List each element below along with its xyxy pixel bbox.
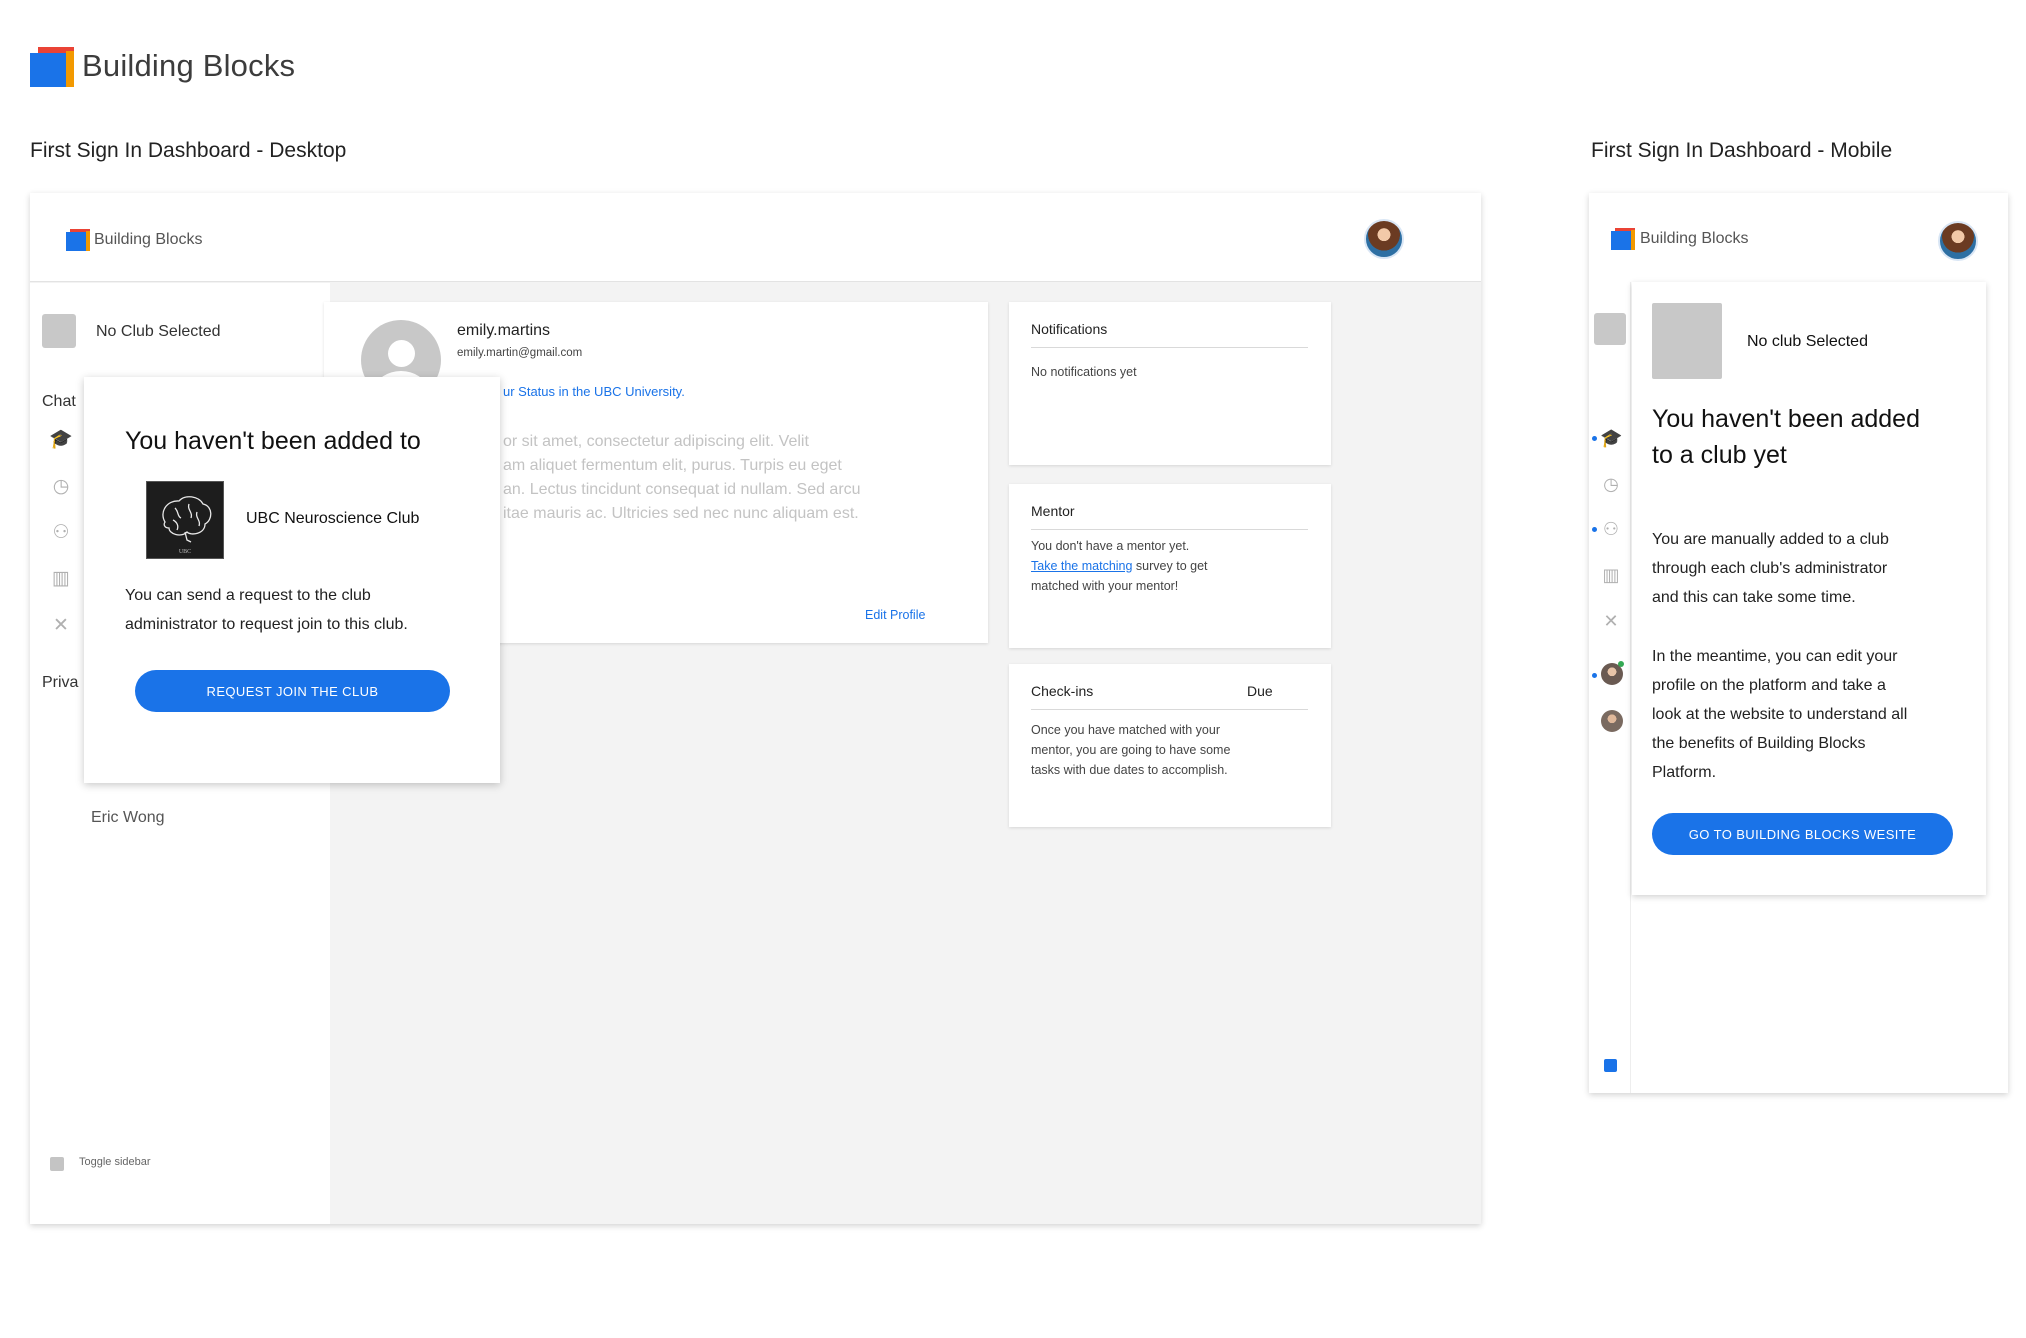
- mobile-header-logo-icon: [1611, 228, 1635, 250]
- private-label: Priva: [42, 674, 79, 691]
- utensils-icon[interactable]: ✕: [1600, 610, 1622, 632]
- club-logo-icon: UBC: [146, 481, 224, 559]
- bio-line: am aliquet fermentum elit, purus. Turpis…: [503, 457, 842, 474]
- clock-icon[interactable]: ◷: [1600, 473, 1622, 495]
- mobile-header-brand[interactable]: Building Blocks: [1640, 230, 1749, 248]
- mobile-para-line: profile on the platform and take a: [1652, 677, 1886, 694]
- mobile-heading-line: You haven't been added: [1652, 405, 1920, 433]
- mobile-rail: 🎓 ◷ ⚇ ▥ ✕: [1589, 282, 1631, 1093]
- graduation-cap-icon[interactable]: 🎓: [1600, 427, 1622, 449]
- club-placeholder: [42, 314, 76, 348]
- trash-icon[interactable]: ▥: [49, 567, 73, 591]
- club-logo-text: UBC: [179, 549, 191, 555]
- mobile-heading-line: to a club yet: [1652, 441, 1787, 469]
- header-brand[interactable]: Building Blocks: [94, 231, 203, 249]
- club-name: UBC Neuroscience Club: [246, 510, 420, 527]
- contact-avatar-icon[interactable]: [1601, 710, 1623, 732]
- checkins-due-label: Due: [1247, 683, 1273, 699]
- user-avatar[interactable]: [1364, 219, 1404, 259]
- brain-icon: UBC: [162, 496, 212, 555]
- online-status-icon: [1618, 661, 1624, 667]
- mobile-user-avatar[interactable]: [1938, 221, 1978, 261]
- popup-heading: You haven't been added to: [125, 427, 421, 455]
- matching-survey-link[interactable]: Take the matching: [1031, 559, 1132, 573]
- mentor-line: survey to get: [1132, 559, 1208, 573]
- profile-status: ur Status in the UBC University.: [503, 384, 685, 399]
- request-join-button[interactable]: REQUEST JOIN THE CLUB: [135, 670, 450, 712]
- toggle-sidebar-label[interactable]: Toggle sidebar: [79, 1156, 151, 1168]
- notifications-title: Notifications: [1031, 321, 1108, 337]
- chat-label: Chat: [42, 393, 76, 410]
- go-to-website-button[interactable]: GO TO BUILDING BLOCKS WESITE: [1652, 813, 1953, 855]
- mentor-line: matched with your mentor!: [1031, 579, 1179, 593]
- mentor-title: Mentor: [1031, 503, 1075, 519]
- notifications-empty: No notifications yet: [1031, 365, 1137, 379]
- bio-line: itae mauris ac. Ultricies sed nec nunc a…: [503, 505, 859, 522]
- mobile-para-line: look at the website to understand all: [1652, 706, 1908, 723]
- checkins-text: Once you have matched with your mentor, …: [1031, 720, 1230, 780]
- clock-icon[interactable]: ◷: [49, 475, 73, 499]
- mobile-para1: You are manually added to a club through…: [1652, 525, 1889, 612]
- mobile-para-line: the benefits of Building Blocks: [1652, 735, 1866, 752]
- mobile-para-line: In the meantime, you can edit your: [1652, 648, 1898, 665]
- desktop-section-title: First Sign In Dashboard - Desktop: [30, 139, 347, 162]
- checkins-line: Once you have matched with your: [1031, 723, 1220, 737]
- mobile-club-panel: No club Selected You haven't been added …: [1632, 282, 1986, 895]
- bio-line: or sit amet, consectetur adipiscing elit…: [503, 433, 809, 450]
- mobile-dashboard: Building Blocks 🎓 ◷ ⚇ ▥ ✕ No club Select…: [1589, 193, 2008, 1093]
- brand-title: Building Blocks: [82, 48, 296, 83]
- popup-body-line: administrator to request join to this cl…: [125, 616, 408, 633]
- checkins-card: Check-ins Due Once you have matched with…: [1009, 664, 1331, 827]
- user-check-icon[interactable]: ⚇: [1600, 518, 1622, 540]
- trash-icon[interactable]: ▥: [1600, 564, 1622, 586]
- mobile-section-title: First Sign In Dashboard - Mobile: [1591, 139, 1893, 162]
- contact-name[interactable]: Eric Wong: [91, 809, 165, 827]
- mobile-para-line: through each club's administrator: [1652, 560, 1888, 577]
- profile-username: emily.martins: [457, 322, 551, 339]
- mobile-heading: You haven't been added to a club yet: [1652, 401, 1920, 473]
- top-bar: Building Blocks: [30, 193, 1481, 282]
- mobile-para-line: and this can take some time.: [1652, 589, 1856, 606]
- profile-email: emily.martin@gmail.com: [457, 347, 583, 359]
- mentor-text: You don't have a mentor yet. Take the ma…: [1031, 536, 1208, 596]
- toggle-sidebar-icon[interactable]: [50, 1157, 64, 1171]
- toggle-sidebar-icon[interactable]: [1604, 1059, 1617, 1072]
- mobile-para-line: Platform.: [1652, 764, 1717, 781]
- join-club-popup: You haven't been added to UBC UBC Neuros…: [84, 377, 500, 783]
- checkins-title: Check-ins: [1031, 683, 1094, 699]
- rail-club-placeholder[interactable]: [1594, 313, 1626, 345]
- mobile-club-selector[interactable]: No club Selected: [1747, 333, 1868, 351]
- user-check-icon[interactable]: ⚇: [49, 521, 73, 545]
- club-selector[interactable]: No Club Selected: [96, 323, 221, 341]
- utensils-icon[interactable]: ✕: [49, 614, 73, 638]
- popup-body-line: You can send a request to the club: [125, 587, 371, 604]
- bio-line: an. Lectus tincidunt consequat id nullam…: [503, 481, 861, 498]
- club-placeholder: [1652, 303, 1722, 379]
- edit-profile-link[interactable]: Edit Profile: [865, 608, 925, 622]
- desktop-dashboard: Building Blocks No Club Selected Chat 🎓 …: [30, 193, 1481, 1224]
- mobile-para-line: You are manually added to a club: [1652, 531, 1889, 548]
- mentor-card: Mentor You don't have a mentor yet. Take…: [1009, 484, 1331, 648]
- checkins-line: mentor, you are going to have some: [1031, 743, 1231, 757]
- mobile-para2: In the meantime, you can edit your profi…: [1652, 642, 1907, 787]
- graduation-cap-icon[interactable]: 🎓: [49, 428, 73, 452]
- brand-logo-icon: [30, 47, 74, 87]
- checkins-line: tasks with due dates to accomplish.: [1031, 763, 1228, 777]
- notifications-card: Notifications No notifications yet: [1009, 302, 1331, 465]
- mentor-line: You don't have a mentor yet.: [1031, 539, 1190, 553]
- header-logo-icon: [66, 229, 90, 251]
